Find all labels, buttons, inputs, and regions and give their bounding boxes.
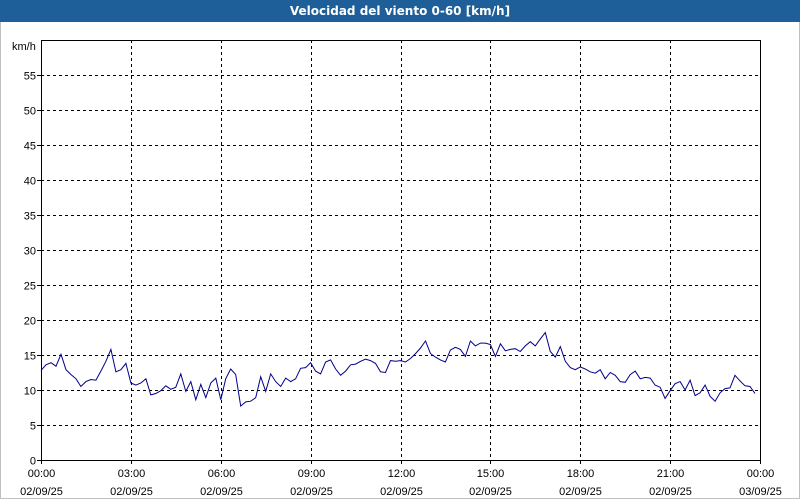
grid-lines xyxy=(41,40,760,460)
y-tick-label: 45 xyxy=(24,141,36,153)
x-tick-date: 02/09/25 xyxy=(20,486,63,498)
wind-speed-line xyxy=(40,331,756,408)
x-tick-time: 21:00 xyxy=(657,468,685,480)
x-tick-time: 15:00 xyxy=(477,468,505,480)
x-tick-time: 06:00 xyxy=(208,468,236,480)
x-tick-date: 02/09/25 xyxy=(290,486,333,498)
x-tick-time: 12:00 xyxy=(388,468,416,480)
y-tick-label: 50 xyxy=(24,106,36,118)
y-axis: 0 5 10 15 20 25 30 35 40 45 50 55 xyxy=(24,71,41,468)
wind-speed-chart: 0 5 10 15 20 25 30 35 40 45 50 55 00:00 02/09/25 03:0… xyxy=(12,40,782,498)
x-tick-time: 09:00 xyxy=(298,468,326,480)
y-tick-label: 55 xyxy=(24,71,36,83)
x-tick-date: 03/09/25 xyxy=(739,486,782,498)
x-tick-time: 00:00 xyxy=(747,468,775,480)
x-tick-time: 18:00 xyxy=(567,468,595,480)
y-tick-label: 25 xyxy=(24,281,36,293)
y-tick-label: 30 xyxy=(24,246,36,258)
x-tick-date: 02/09/25 xyxy=(559,486,602,498)
y-tick-label: 10 xyxy=(24,386,36,398)
x-tick-date: 02/09/25 xyxy=(469,486,512,498)
x-tick-date: 02/09/25 xyxy=(649,486,692,498)
y-tick-label: 40 xyxy=(24,176,36,188)
y-tick-label: 35 xyxy=(24,211,36,223)
x-tick-date: 02/09/25 xyxy=(380,486,423,498)
x-axis: 00:00 02/09/25 03:00 02/09/25 06:00 02/09/25 0… xyxy=(20,460,782,498)
y-tick-label: 15 xyxy=(24,351,36,363)
y-axis-label: km/h xyxy=(12,41,36,53)
x-tick-time: 03:00 xyxy=(118,468,146,480)
x-tick-time: 00:00 xyxy=(28,468,56,480)
y-tick-label: 5 xyxy=(30,421,36,433)
x-tick-date: 02/09/25 xyxy=(200,486,243,498)
y-tick-label: 20 xyxy=(24,316,36,328)
x-tick-date: 02/09/25 xyxy=(110,486,153,498)
y-tick-label: 0 xyxy=(30,456,36,468)
